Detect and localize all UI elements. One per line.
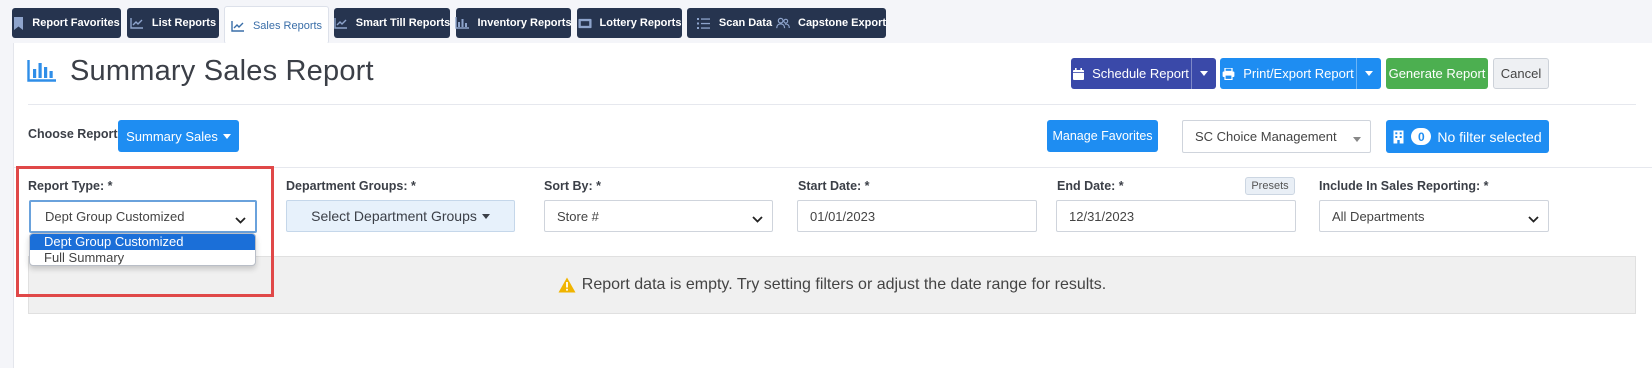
- tab-inventory-reports[interactable]: Inventory Reports: [455, 8, 572, 38]
- include-in-sales-label: Include In Sales Reporting: *: [1319, 179, 1489, 193]
- tab-label: Sales Reports: [252, 19, 323, 32]
- printer-icon: [1222, 67, 1235, 80]
- schedule-report-main[interactable]: Schedule Report: [1071, 58, 1191, 89]
- annotation-highlight-box: [16, 166, 274, 297]
- department-groups-dropdown[interactable]: Select Department Groups: [286, 200, 515, 232]
- presets-button[interactable]: Presets: [1245, 177, 1295, 195]
- caret-down-icon: [222, 133, 231, 139]
- ticket-icon: [578, 16, 592, 30]
- department-groups-label: Department Groups: *: [286, 179, 416, 193]
- tab-label: List Reports: [151, 17, 217, 29]
- caret-down-icon: [481, 213, 490, 219]
- print-export-label: Print/Export Report: [1243, 66, 1354, 81]
- generate-report-button[interactable]: Generate Report: [1386, 58, 1488, 89]
- choose-report-label: Choose Report: [28, 127, 118, 141]
- chevron-down-icon[interactable]: [1191, 58, 1216, 89]
- tab-lottery-reports[interactable]: Lottery Reports: [577, 8, 682, 38]
- filter-selector-button[interactable]: 0 No filter selected: [1386, 120, 1549, 153]
- list-icon: [697, 16, 711, 30]
- sort-by-label: Sort By: *: [544, 179, 601, 193]
- filter-count-badge: 0: [1411, 128, 1432, 145]
- schedule-report-button[interactable]: Schedule Report: [1071, 58, 1216, 89]
- tab-list-reports[interactable]: List Reports: [127, 8, 219, 38]
- store-select[interactable]: SC Choice Management: [1182, 120, 1371, 153]
- line-chart-icon: [231, 19, 245, 33]
- filter-label: No filter selected: [1437, 128, 1542, 145]
- choose-report-dropdown[interactable]: Summary Sales: [118, 120, 239, 152]
- print-export-main[interactable]: Print/Export Report: [1220, 58, 1356, 89]
- cancel-button[interactable]: Cancel: [1493, 58, 1549, 89]
- start-date-input[interactable]: 01/01/2023: [797, 200, 1037, 232]
- schedule-report-label: Schedule Report: [1092, 66, 1189, 81]
- tab-label: Lottery Reports: [599, 17, 682, 29]
- building-icon: [1393, 130, 1404, 144]
- bookmark-icon: [13, 16, 24, 30]
- tab-sales-reports[interactable]: Sales Reports: [224, 6, 329, 44]
- bar-chart-icon: [27, 60, 57, 87]
- tab-label: Inventory Reports: [477, 17, 572, 29]
- tab-label: Scan Data: [718, 17, 773, 29]
- manage-favorites-button[interactable]: Manage Favorites: [1047, 120, 1158, 152]
- line-chart-icon: [130, 16, 144, 30]
- tab-label: Capstone Export: [798, 17, 887, 29]
- line-chart-icon: [334, 16, 348, 30]
- sort-by-select[interactable]: Store #: [544, 200, 773, 232]
- divider: [28, 104, 1636, 105]
- choose-report-value: Summary Sales: [126, 128, 218, 144]
- warning-icon: [558, 277, 576, 293]
- tab-scan-data[interactable]: Scan Data: [687, 8, 782, 38]
- page-title: Summary Sales Report: [70, 55, 374, 87]
- start-date-value: 01/01/2023: [810, 208, 876, 224]
- include-in-sales-select[interactable]: All Departments: [1319, 200, 1549, 232]
- tab-label: Report Favorites: [32, 17, 120, 29]
- tab-capstone-export[interactable]: Capstone Export: [776, 8, 886, 38]
- department-groups-value: Select Department Groups: [311, 208, 477, 224]
- caret-down-icon: [1353, 130, 1361, 145]
- print-export-report-button[interactable]: Print/Export Report: [1220, 58, 1381, 89]
- start-date-label: Start Date: *: [798, 179, 870, 193]
- include-in-sales-value: All Departments: [1332, 208, 1425, 224]
- end-date-value: 12/31/2023: [1069, 208, 1135, 224]
- tab-smart-till-reports[interactable]: Smart Till Reports: [334, 8, 450, 38]
- chevron-down-icon: [1528, 211, 1539, 226]
- tab-label: Smart Till Reports: [355, 17, 451, 29]
- store-select-value: SC Choice Management: [1195, 129, 1337, 144]
- sort-by-value: Store #: [557, 208, 599, 224]
- end-date-label: End Date: *: [1057, 179, 1124, 193]
- end-date-input[interactable]: 12/31/2023: [1056, 200, 1296, 232]
- report-tabs: Report Favorites List Reports Sales Repo…: [0, 0, 1652, 44]
- chevron-down-icon[interactable]: [1356, 58, 1381, 89]
- calendar-icon: [1073, 67, 1085, 80]
- users-icon: [776, 16, 790, 30]
- tab-report-favorites[interactable]: Report Favorites: [12, 8, 121, 38]
- bar-chart-icon: [455, 16, 470, 30]
- empty-message-text: Report data is empty. Try setting filter…: [581, 276, 1107, 293]
- chevron-down-icon: [752, 211, 763, 226]
